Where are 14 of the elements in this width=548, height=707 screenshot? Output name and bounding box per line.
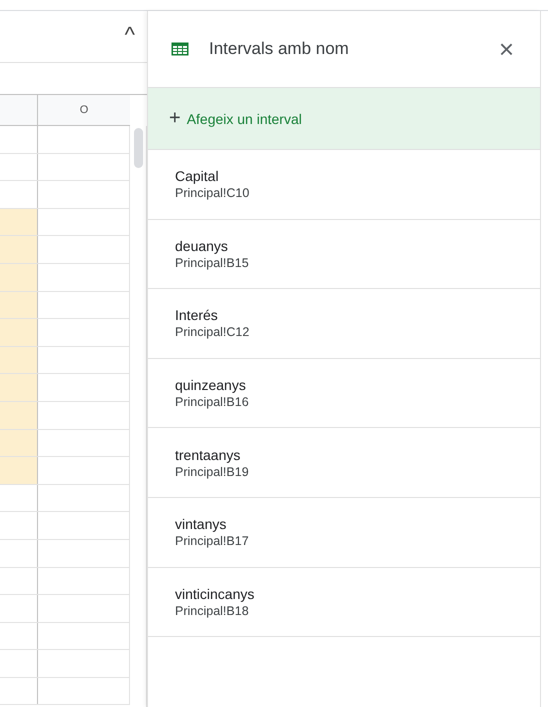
scrollbar-thumb[interactable]: [134, 128, 142, 168]
panel-title: Intervals amb nom: [209, 39, 350, 59]
named-range-item[interactable]: quinzeanys Principal!B16: [148, 358, 540, 428]
table-icon: [171, 42, 189, 56]
named-range-item[interactable]: Interés Principal!C12: [148, 289, 540, 359]
column-header[interactable]: O: [80, 104, 88, 116]
named-range-item[interactable]: trentaanys Principal!B19: [148, 428, 540, 498]
named-range-item[interactable]: Capital Principal!C10: [148, 150, 540, 220]
named-range-item[interactable]: deuanys Principal!B15: [148, 220, 540, 290]
collapse-icon[interactable]: ^: [124, 24, 135, 46]
named-range-item[interactable]: vintanys Principal!B17: [148, 498, 540, 568]
add-range-button[interactable]: + Afegeix un interval: [148, 88, 540, 150]
close-button[interactable]: ×: [494, 36, 518, 62]
named-range-item[interactable]: vinticincanys Principal!B18: [148, 568, 540, 638]
